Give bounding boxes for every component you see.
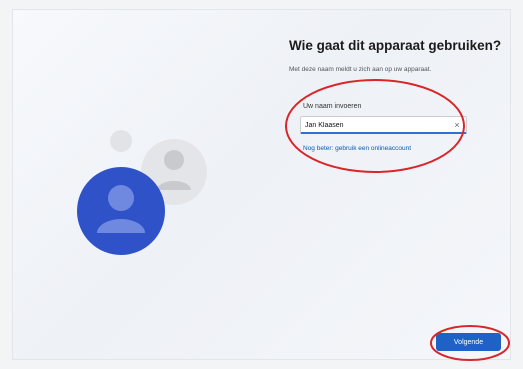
setup-window [12, 9, 511, 360]
next-button[interactable]: Volgende [436, 333, 501, 351]
name-field-label: Uw naam invoeren [303, 103, 362, 110]
page-title: Wie gaat dit apparaat gebruiken? [289, 38, 502, 53]
name-input-container: × [300, 116, 467, 134]
online-account-link[interactable]: Nog beter: gebruik een onlineaccount [303, 145, 411, 152]
clear-icon[interactable]: × [451, 118, 463, 132]
page-subtitle: Met deze naam meldt u zich aan op uw app… [289, 66, 432, 73]
name-input[interactable] [305, 118, 445, 132]
